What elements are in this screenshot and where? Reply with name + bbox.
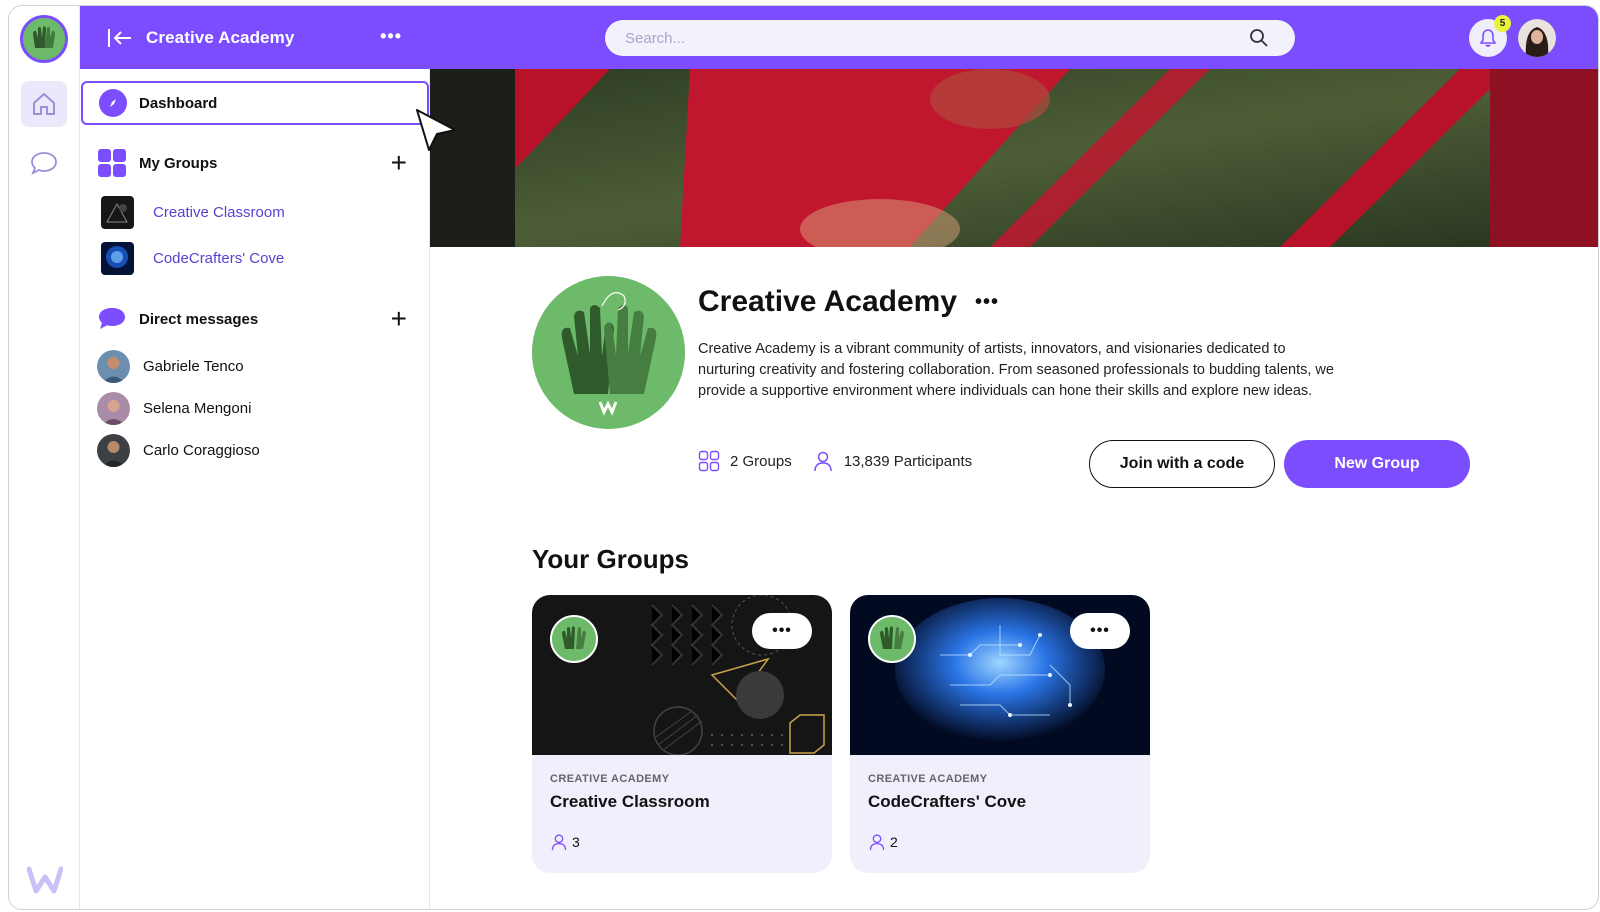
gloves-logo-icon <box>532 276 685 429</box>
search-input[interactable]: Search... <box>605 20 1295 56</box>
card-org-label: CREATIVE ACADEMY <box>868 773 988 785</box>
groups-count: 2 Groups <box>730 452 792 470</box>
home-nav-button[interactable] <box>21 81 67 127</box>
contact-name: Gabriele Tenco <box>143 358 244 375</box>
card-group-name: Creative Classroom <box>550 792 710 811</box>
sidebar-item-label: Dashboard <box>139 94 218 112</box>
group-thumbnail <box>101 242 134 275</box>
sidebar-item-dashboard[interactable]: Dashboard <box>81 81 429 125</box>
card-member-count: 3 <box>550 833 580 851</box>
chat-nav-button[interactable] <box>27 146 61 180</box>
more-icon[interactable]: ••• <box>380 26 402 47</box>
cover-image <box>430 69 1598 247</box>
left-rail <box>9 6 80 909</box>
sidebar-title: Creative Academy <box>146 27 295 47</box>
card-community-logo <box>868 615 916 663</box>
chat-icon <box>31 152 57 175</box>
chat-bubble-icon <box>99 308 125 329</box>
cover-banner <box>430 69 1598 247</box>
search-icon[interactable] <box>1249 28 1269 48</box>
member-count-value: 2 <box>890 834 898 850</box>
gloves-logo-icon <box>23 18 65 60</box>
compass-icon <box>99 89 127 117</box>
card-community-logo <box>550 615 598 663</box>
card-org-label: CREATIVE ACADEMY <box>550 773 670 785</box>
my-groups-section: My Groups + <box>97 148 407 178</box>
more-icon[interactable]: ••• <box>975 291 999 314</box>
page-title: Creative Academy <box>698 285 958 318</box>
member-count-value: 3 <box>572 834 580 850</box>
sidebar-item-codecrafters-cove[interactable]: CodeCrafters' Cove <box>101 242 284 275</box>
contact-carlo-coraggioso[interactable]: Carlo Coraggioso <box>97 434 260 467</box>
group-card-creative-classroom[interactable]: ••• CREATIVE ACADEMY Creative Classroom … <box>532 595 832 873</box>
direct-messages-label: Direct messages <box>139 310 259 328</box>
community-avatar[interactable] <box>20 15 68 63</box>
group-card-codecrafters-cove[interactable]: ••• CREATIVE ACADEMY CodeCrafters' Cove … <box>850 595 1150 873</box>
home-icon <box>33 93 55 115</box>
user-icon <box>813 451 832 472</box>
card-group-name: CodeCrafters' Cove <box>868 792 1027 811</box>
avatar <box>97 434 130 467</box>
community-description: Creative Academy is a vibrant community … <box>698 341 1334 399</box>
sidebar-header: Creative Academy ••• <box>80 6 430 69</box>
back-icon[interactable] <box>106 26 134 50</box>
search-placeholder: Search... <box>625 29 686 47</box>
join-with-code-button[interactable]: Join with a code <box>1089 440 1275 488</box>
sidebar-item-creative-classroom[interactable]: Creative Classroom <box>101 196 285 229</box>
contact-name: Selena Mengoni <box>143 400 252 417</box>
contact-name: Carlo Coraggioso <box>143 442 260 459</box>
direct-messages-section: Direct messages + <box>97 305 407 333</box>
participants-count: 13,839 Participants <box>843 452 973 470</box>
top-bar: Search... 5 <box>430 6 1598 69</box>
my-groups-label: My Groups <box>139 154 218 172</box>
app-frame: Creative Academy ••• Dashboard My Groups… <box>8 5 1599 910</box>
contact-selena-mengoni[interactable]: Selena Mengoni <box>97 392 251 425</box>
user-avatar[interactable] <box>1518 19 1556 57</box>
sidebar: Creative Academy ••• Dashboard My Groups… <box>80 6 430 909</box>
more-icon[interactable]: ••• <box>752 613 812 649</box>
add-message-button[interactable]: + <box>391 305 407 333</box>
user-icon <box>869 834 885 851</box>
add-group-button[interactable]: + <box>391 149 407 177</box>
avatar <box>97 350 130 383</box>
community-logo <box>532 276 685 429</box>
avatar <box>97 392 130 425</box>
contact-gabriele-tenco[interactable]: Gabriele Tenco <box>97 350 244 383</box>
group-label: Creative Classroom <box>153 204 285 221</box>
user-icon <box>551 834 567 851</box>
card-member-count: 2 <box>868 833 898 851</box>
w-logo-icon <box>27 866 63 894</box>
group-thumbnail <box>101 196 134 229</box>
your-groups-title: Your Groups <box>532 544 689 574</box>
main-content: Creative Academy ••• Creative Academy is… <box>430 247 1598 909</box>
notification-badge: 5 <box>1494 15 1511 32</box>
bell-icon <box>1479 29 1497 47</box>
more-icon[interactable]: ••• <box>1070 613 1130 649</box>
grid-icon <box>98 149 126 177</box>
groups-icon <box>698 450 720 472</box>
group-label: CodeCrafters' Cove <box>153 250 285 267</box>
new-group-button[interactable]: New Group <box>1284 440 1470 488</box>
community-stats: 2 Groups 13,839 Participants <box>698 450 992 472</box>
